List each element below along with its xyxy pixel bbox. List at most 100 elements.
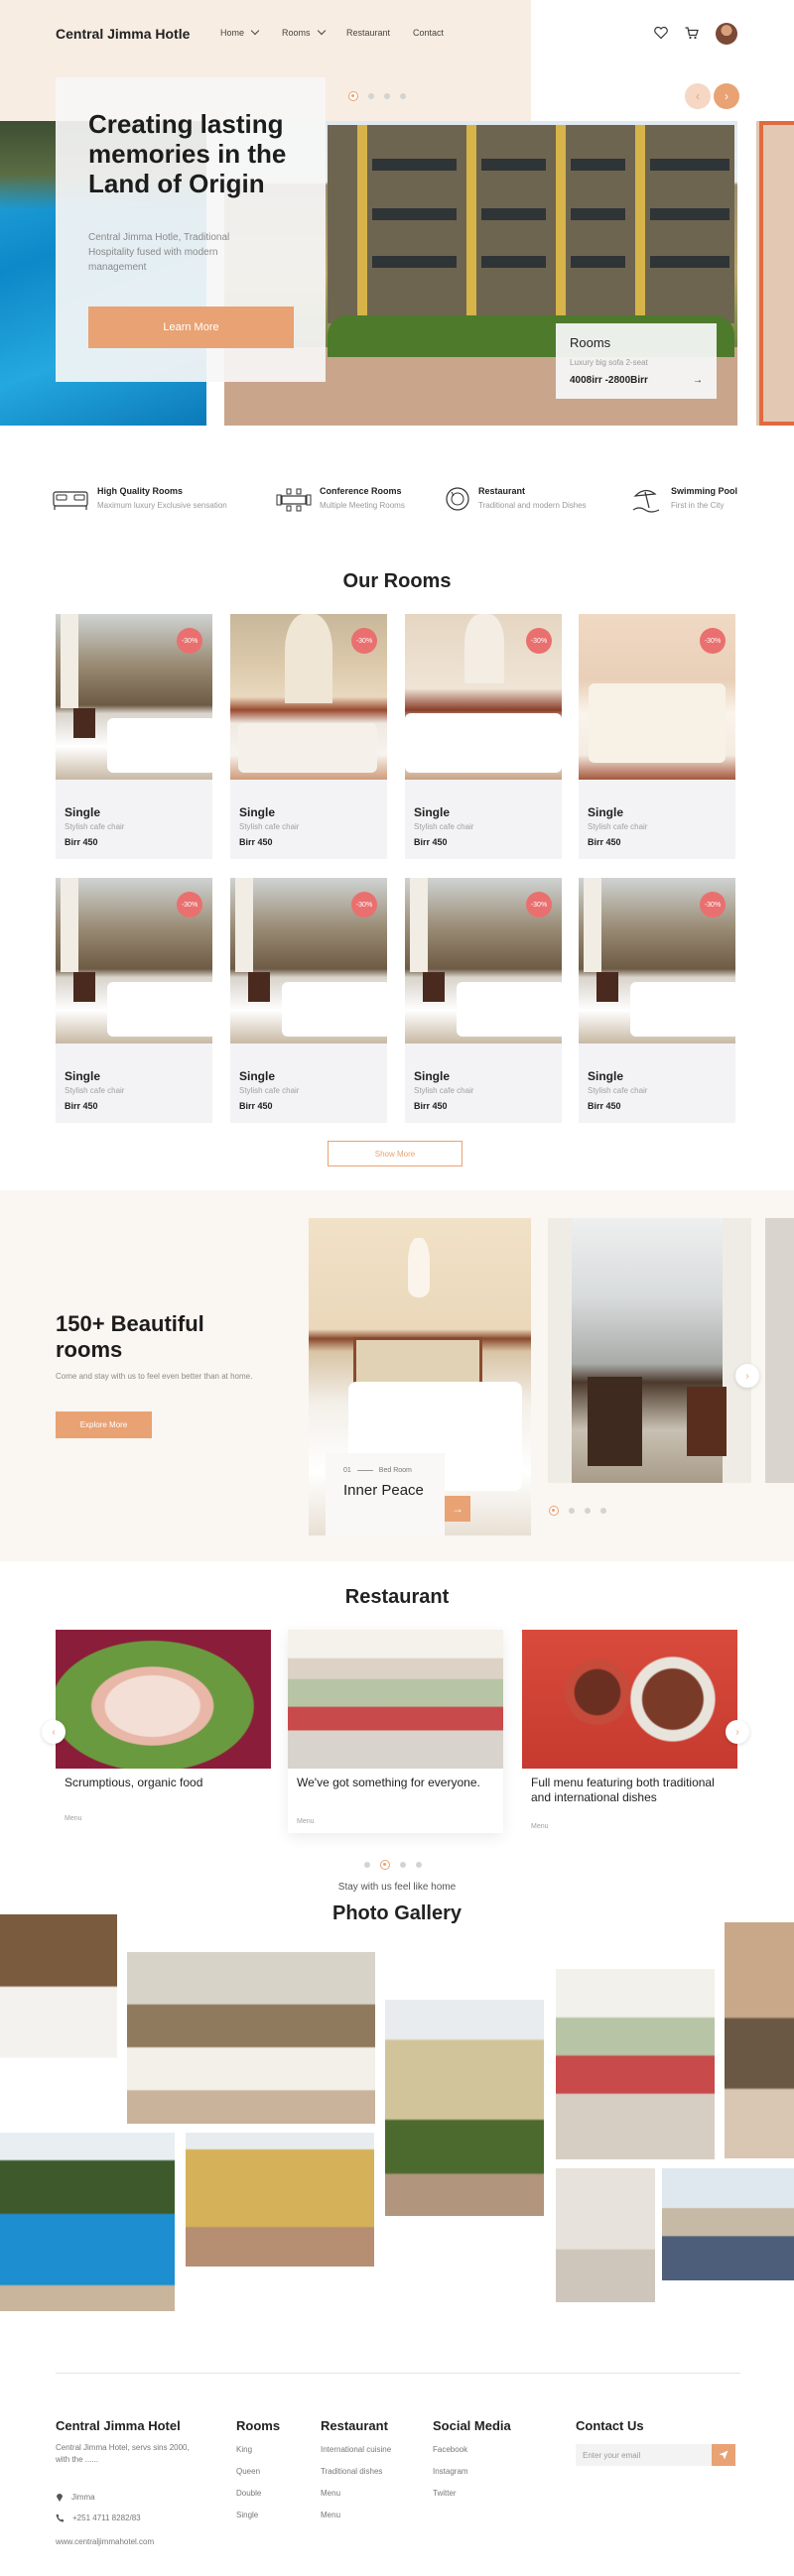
gallery-image-pool[interactable] <box>0 2133 175 2311</box>
restaurant-next-button[interactable]: › <box>726 1720 749 1744</box>
pagination-dot[interactable] <box>416 1862 422 1868</box>
discount-badge: -30% <box>700 628 726 654</box>
footer-link[interactable]: Queen <box>236 2467 260 2476</box>
room-card[interactable]: -30% Single Stylish cafe chair Birr 450 <box>579 878 735 1123</box>
room-card[interactable]: -30% Single Stylish cafe chair Birr 450 <box>405 878 562 1123</box>
pagination-dot-active[interactable] <box>380 1860 390 1870</box>
nav-restaurant[interactable]: Restaurant <box>346 28 390 38</box>
building-window <box>650 208 729 220</box>
arrow-right-icon[interactable]: → <box>693 375 703 386</box>
pagination-dot[interactable] <box>364 1862 370 1868</box>
hero-prev-button[interactable]: ‹ <box>685 83 711 109</box>
cart-icon[interactable] <box>684 25 700 41</box>
building-window <box>372 208 457 220</box>
room-name: Single <box>65 1069 101 1083</box>
footer-link[interactable]: Menu <box>321 2511 340 2519</box>
footer-phone[interactable]: +251 4711 8282/83 <box>56 2514 141 2522</box>
pool-umbrella-icon <box>632 489 660 513</box>
restaurant-card-tag: Menu <box>297 1818 315 1825</box>
pagination-dot[interactable] <box>400 93 406 99</box>
slide-table <box>687 1387 727 1456</box>
nav-rooms[interactable]: Rooms <box>282 26 326 38</box>
room-mosquito-net <box>464 614 504 683</box>
gallery-image-chef[interactable] <box>0 1914 117 2118</box>
pagination-dot[interactable] <box>368 93 374 99</box>
email-input[interactable]: Enter your email <box>576 2444 712 2466</box>
chevron-left-icon: ‹ <box>696 89 700 103</box>
room-card[interactable]: -30% Single Stylish cafe chair Birr 450 <box>579 614 735 859</box>
room-name: Single <box>65 805 101 819</box>
footer-link[interactable]: International cuisine <box>321 2445 391 2454</box>
discount-badge: -30% <box>177 892 202 918</box>
footer-link[interactable]: Menu <box>321 2489 340 2498</box>
footer-link[interactable]: Traditional dishes <box>321 2467 382 2476</box>
pagination-dot[interactable] <box>400 1862 406 1868</box>
slide-info-card: 01 Bed Room Inner Peace <box>326 1453 445 1535</box>
hero-next-button[interactable]: › <box>714 83 739 109</box>
avatar[interactable] <box>716 23 737 45</box>
room-chair <box>73 708 95 738</box>
gallery-image-facade[interactable] <box>186 2133 374 2267</box>
pagination-dot-active[interactable] <box>549 1506 559 1516</box>
footer-location-text: Jimma <box>71 2492 95 2502</box>
gallery-title: Photo Gallery <box>331 1902 463 1924</box>
feature-subtitle: Traditional and modern Dishes <box>478 501 587 510</box>
building-window <box>372 159 457 171</box>
footer-link-twitter[interactable]: Twitter <box>433 2489 457 2498</box>
room-card[interactable]: -30% Single Stylish cafe chair Birr 450 <box>56 878 212 1123</box>
room-desc: Stylish cafe chair <box>414 1086 474 1095</box>
brand-logo[interactable]: Central Jimma Hotle <box>56 26 190 42</box>
restaurant-prev-button[interactable]: ‹ <box>42 1720 66 1744</box>
room-card[interactable]: -30% Single Stylish cafe chair Birr 450 <box>230 614 387 859</box>
gallery-image-room[interactable] <box>127 1952 375 2124</box>
footer-link-instagram[interactable]: Instagram <box>433 2467 468 2476</box>
send-icon <box>719 2450 728 2460</box>
room-card[interactable]: -30% Single Stylish cafe chair Birr 450 <box>56 614 212 859</box>
pagination-dot[interactable] <box>384 93 390 99</box>
gallery-image-guests[interactable] <box>662 2168 794 2280</box>
footer-phone-text: +251 4711 8282/83 <box>72 2514 141 2522</box>
heart-icon[interactable] <box>653 25 669 41</box>
rooms-section-title: Our Rooms <box>342 570 452 592</box>
learn-more-button[interactable]: Learn More <box>88 307 294 348</box>
room-bed <box>107 982 212 1037</box>
nav-home[interactable]: Home <box>220 26 260 38</box>
gallery-image-vase[interactable] <box>556 2168 655 2302</box>
pagination-dot-active[interactable] <box>348 91 358 101</box>
room-mosquito-net <box>285 614 332 703</box>
explore-more-button[interactable]: Explore More <box>56 1411 152 1438</box>
room-desc: Stylish cafe chair <box>414 822 474 831</box>
slide-curtain <box>723 1218 751 1483</box>
building-window <box>571 159 625 171</box>
restaurant-card[interactable]: We've got something for everyone. Menu <box>288 1630 503 1833</box>
footer-link-facebook[interactable]: Facebook <box>433 2445 467 2454</box>
gallery-image-lounge[interactable] <box>725 1922 794 2158</box>
gallery-image-building[interactable] <box>385 2000 544 2216</box>
footer-link[interactable]: Double <box>236 2489 261 2498</box>
room-card[interactable]: -30% Single Stylish cafe chair Birr 450 <box>405 614 562 859</box>
pagination-dot[interactable] <box>585 1508 591 1514</box>
footer-link[interactable]: King <box>236 2445 252 2454</box>
show-more-button[interactable]: Show More <box>328 1141 463 1166</box>
nav-contact[interactable]: Contact <box>413 28 444 38</box>
room-desc: Stylish cafe chair <box>588 822 648 831</box>
gallery-image-dining[interactable] <box>556 1969 715 2159</box>
pagination-dot[interactable] <box>569 1508 575 1514</box>
slide-arrow-button[interactable]: → <box>445 1496 470 1522</box>
room-curtain <box>61 878 78 972</box>
hero-rooms-card[interactable]: Rooms Luxury big sofa 2-seat 4008irr -28… <box>556 323 717 399</box>
footer-about: Central Jimma Hotel, servs sins 2000, wi… <box>56 2443 190 2464</box>
restaurant-card[interactable]: Full menu featuring both traditional and… <box>522 1630 737 1833</box>
room-card[interactable]: -30% Single Stylish cafe chair Birr 450 <box>230 878 387 1123</box>
restaurant-card[interactable]: Scrumptious, organic food Menu <box>56 1630 271 1833</box>
chevron-left-icon: ‹ <box>52 1726 56 1738</box>
footer-link[interactable]: Single <box>236 2511 258 2519</box>
room-price: Birr 450 <box>239 1101 273 1111</box>
pagination-dot[interactable] <box>600 1508 606 1514</box>
email-submit-button[interactable] <box>712 2444 735 2466</box>
room-desc: Stylish cafe chair <box>239 822 300 831</box>
footer-website[interactable]: www.centraljimmahotel.com <box>56 2537 154 2546</box>
slide-balcony-image[interactable] <box>548 1218 751 1483</box>
room-bed <box>282 982 387 1037</box>
slider-next-button[interactable]: › <box>735 1364 759 1388</box>
